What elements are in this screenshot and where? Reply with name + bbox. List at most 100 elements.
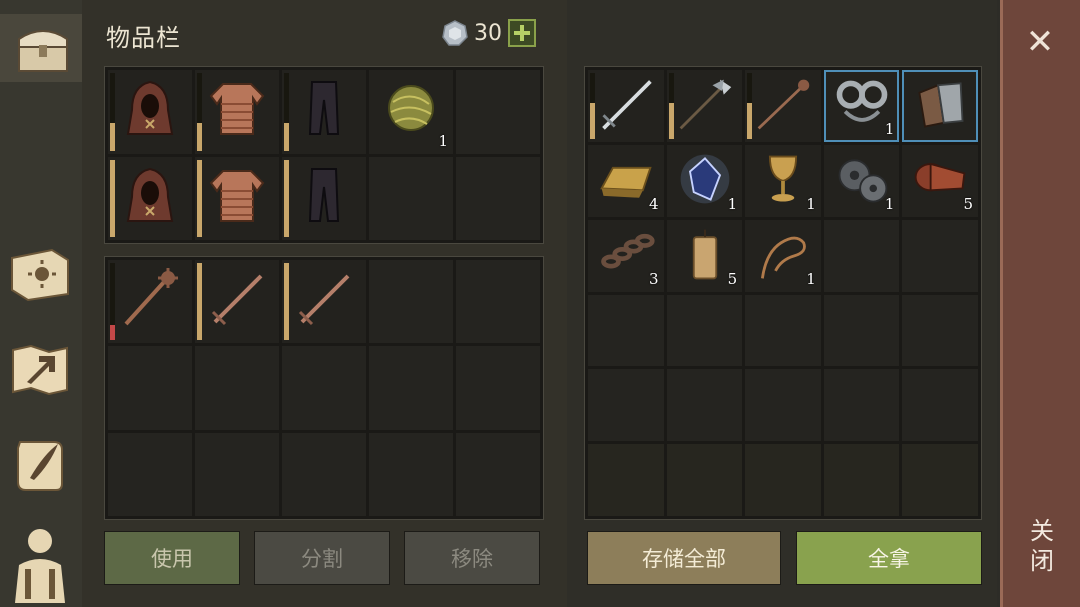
empty-slot[interactable] xyxy=(282,432,366,516)
item-slot-hood[interactable] xyxy=(108,70,192,154)
empty-slot[interactable] xyxy=(823,369,900,442)
empty-slot[interactable] xyxy=(666,444,743,516)
goblet-icon xyxy=(769,155,798,202)
currency-display: 30 xyxy=(442,18,536,48)
chainmail-icon xyxy=(209,169,265,222)
empty-slot[interactable] xyxy=(823,219,900,292)
item-slot-chainmail[interactable] xyxy=(195,156,279,240)
empty-slot[interactable] xyxy=(369,260,453,344)
item-slot-shackles[interactable]: 1 xyxy=(823,70,900,142)
empty-slot[interactable] xyxy=(588,444,664,516)
durability-bar xyxy=(747,73,753,139)
map-tab[interactable] xyxy=(6,336,74,404)
item-slot-candle[interactable]: 5 xyxy=(666,219,743,292)
hood-icon xyxy=(126,80,174,135)
durability-bar xyxy=(110,263,115,341)
durability-bar xyxy=(668,73,674,139)
empty-slot[interactable] xyxy=(902,294,978,367)
empty-slot[interactable] xyxy=(588,294,664,367)
item-slot-sword[interactable] xyxy=(282,260,366,344)
empty-slot[interactable] xyxy=(823,294,900,367)
sun-book-tab[interactable] xyxy=(6,240,74,308)
item-slot-gears[interactable]: 1 xyxy=(823,144,900,217)
remove-button[interactable]: 移除 xyxy=(404,531,540,585)
storage-grid: 1 4 1 1 1 5 3 5 1 xyxy=(584,66,982,520)
item-slot-goblet[interactable]: 1 xyxy=(745,144,821,217)
empty-slot[interactable] xyxy=(902,219,978,292)
item-slot-halberd[interactable] xyxy=(666,70,743,142)
item-quantity: 1 xyxy=(884,119,895,138)
longsword-icon xyxy=(602,80,652,130)
empty-slot[interactable] xyxy=(902,444,978,516)
inventory-screen: 物品栏 30 1 1 4 1 1 1 5 3 5 1 使用 分割 移除 存储全部 全拿 ✕ 关闭 xyxy=(0,0,1080,607)
sidebar xyxy=(0,0,86,607)
durability-bar xyxy=(590,73,595,139)
empty-slot[interactable] xyxy=(195,432,279,516)
empty-slot[interactable] xyxy=(108,432,192,516)
hood-icon xyxy=(126,167,174,222)
empty-slot[interactable] xyxy=(666,294,743,367)
item-slot-crystal[interactable]: 1 xyxy=(666,144,743,217)
item-slot-plant-fiber-ball[interactable]: 1 xyxy=(369,70,453,154)
map-arrow-icon xyxy=(12,344,68,396)
item-quantity: 1 xyxy=(884,194,895,213)
item-quantity: 1 xyxy=(806,194,816,213)
store-all-button[interactable]: 存储全部 xyxy=(587,531,781,585)
take-all-button[interactable]: 全拿 xyxy=(796,531,982,585)
sword-icon xyxy=(298,274,350,326)
split-button[interactable]: 分割 xyxy=(254,531,390,585)
durability-bar xyxy=(284,159,289,237)
item-slot-sword[interactable] xyxy=(195,260,279,344)
empty-slot[interactable] xyxy=(588,369,664,442)
item-slot-rope[interactable]: 1 xyxy=(745,219,821,292)
empty-slot[interactable] xyxy=(745,369,821,442)
empty-slot[interactable] xyxy=(456,346,540,430)
empty-slot[interactable] xyxy=(369,346,453,430)
item-slot-mace-spear[interactable] xyxy=(745,70,821,142)
add-currency-button[interactable] xyxy=(508,19,536,47)
item-quantity: 3 xyxy=(649,269,659,288)
item-slot-longsword[interactable] xyxy=(588,70,664,142)
empty-slot[interactable] xyxy=(745,294,821,367)
empty-slot[interactable] xyxy=(195,346,279,430)
empty-slot[interactable] xyxy=(456,156,540,240)
empty-slot[interactable] xyxy=(456,432,540,516)
equipped-gear-grid: 1 xyxy=(104,66,544,244)
durability-bar xyxy=(284,263,289,341)
chest-tab[interactable] xyxy=(0,14,86,82)
item-slot-gold-ingot[interactable]: 4 xyxy=(588,144,664,217)
empty-slot[interactable] xyxy=(456,260,540,344)
empty-slot[interactable] xyxy=(369,432,453,516)
close-icon[interactable]: ✕ xyxy=(1016,22,1064,62)
sun-book-icon xyxy=(11,248,69,302)
item-quantity: 1 xyxy=(806,269,816,288)
item-slot-leather-roll[interactable]: 5 xyxy=(902,144,978,217)
empty-slot[interactable] xyxy=(902,369,978,442)
item-slot-leggings[interactable] xyxy=(282,156,366,240)
close-label[interactable]: 关闭 xyxy=(1030,516,1054,576)
empty-slot[interactable] xyxy=(823,444,900,516)
item-slot-leggings[interactable] xyxy=(282,70,366,154)
item-quantity: 1 xyxy=(727,194,738,213)
item-slot-hood[interactable] xyxy=(108,156,192,240)
item-slot-chain[interactable]: 3 xyxy=(588,219,664,292)
empty-slot[interactable] xyxy=(369,156,453,240)
empty-slot[interactable] xyxy=(456,70,540,154)
sword-icon xyxy=(211,274,263,326)
empty-slot[interactable] xyxy=(282,346,366,430)
item-quantity: 4 xyxy=(649,194,659,213)
leather-roll-icon xyxy=(915,162,966,192)
item-slot-gauntlets[interactable] xyxy=(902,70,978,142)
character-tab[interactable] xyxy=(6,522,74,604)
use-button[interactable]: 使用 xyxy=(104,531,240,585)
mace-spear-icon xyxy=(757,79,810,130)
empty-slot[interactable] xyxy=(745,444,821,516)
empty-slot[interactable] xyxy=(108,346,192,430)
quest-scroll-tab[interactable] xyxy=(6,430,74,498)
gold-ingot-icon xyxy=(600,166,652,198)
currency-amount: 30 xyxy=(474,20,502,46)
durability-bar xyxy=(197,159,202,237)
item-slot-chainmail[interactable] xyxy=(195,70,279,154)
empty-slot[interactable] xyxy=(666,369,743,442)
item-slot-mace[interactable] xyxy=(108,260,192,344)
